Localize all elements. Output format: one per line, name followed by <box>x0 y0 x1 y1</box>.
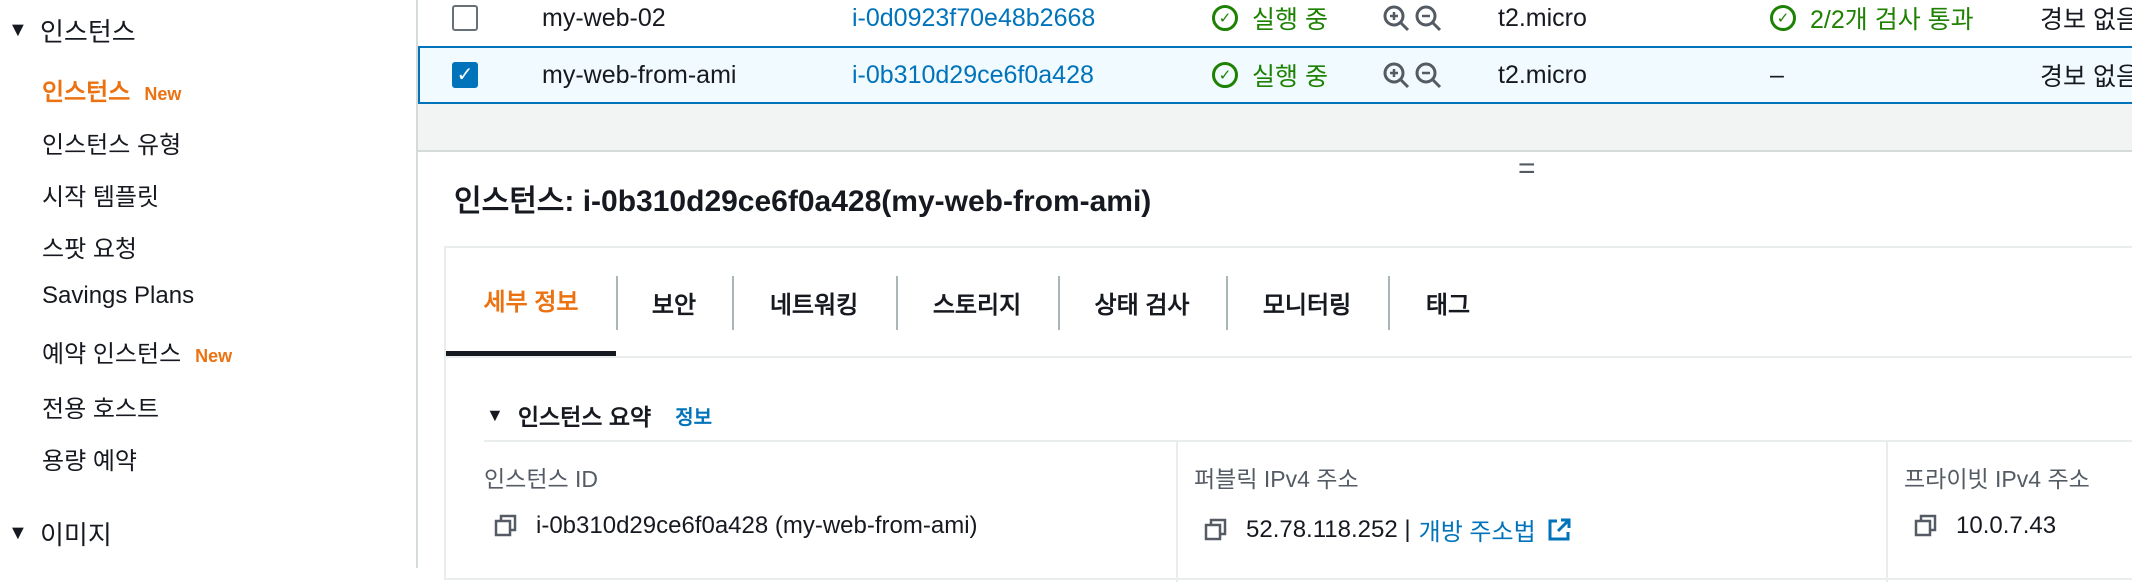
info-link[interactable]: 정보 <box>675 401 712 430</box>
sidebar-section-images[interactable]: ▼ 이미지 <box>8 515 112 552</box>
caret-down-icon: ▼ <box>486 404 504 425</box>
column-divider <box>1886 442 1888 582</box>
instance-type: t2.micro <box>1498 3 1587 32</box>
page-title: 인스턴스: i-0b310d29ce6f0a428(my-web-from-am… <box>454 185 1152 218</box>
instance-id-link[interactable]: i-0d0923f70e48b2668 <box>852 4 1095 33</box>
zoom-in-icon[interactable] <box>1382 61 1410 89</box>
split-panel-divider[interactable] <box>418 104 2132 152</box>
zoom-in-icon[interactable] <box>1382 4 1410 32</box>
row-checkbox[interactable]: ✓ <box>452 62 478 88</box>
public-ip-value: 52.78.118.252 | 개방 주소법 <box>1204 512 1572 547</box>
tab-details[interactable]: 세부 정보 <box>446 248 616 356</box>
tab-networking[interactable]: 네트워킹 <box>732 248 896 356</box>
check-circle-icon: ✓ <box>1212 62 1238 88</box>
tab-bar: 세부 정보 보안 네트워킹 스토리지 상태 검사 모니터링 태그 <box>446 248 2132 358</box>
alarm-status: 경보 없음 <box>2040 63 2132 91</box>
caret-down-icon: ▼ <box>8 522 28 544</box>
sidebar-item-instances[interactable]: 인스턴스 New <box>42 72 181 107</box>
tab-security[interactable]: 보안 <box>616 248 732 356</box>
copy-icon[interactable] <box>1204 518 1228 542</box>
row-checkbox[interactable] <box>452 5 478 31</box>
copy-icon[interactable] <box>494 514 518 538</box>
detail-panel: 세부 정보 보안 네트워킹 스토리지 상태 검사 모니터링 태그 ▼ 인스턴스 … <box>444 246 2132 582</box>
instance-id-link[interactable]: i-0b310d29ce6f0a428 <box>852 61 1094 90</box>
sidebar-section-instances[interactable]: ▼ 인스턴스 <box>8 12 136 49</box>
sidebar-item-reserved-instances[interactable]: 예약 인스턴스 New <box>42 334 232 369</box>
new-badge: New <box>144 84 182 104</box>
table-row-selected[interactable]: ✓ my-web-from-ami i-0b310d29ce6f0a428 ✓ … <box>418 46 2132 104</box>
sidebar: ▼ 인스턴스 인스턴스 New 인스턴스 유형 시작 템플릿 스팟 요청 Sav… <box>0 0 418 568</box>
tab-status-checks[interactable]: 상태 검사 <box>1058 248 1226 356</box>
private-ip-label: 프라이빗 IPv4 주소 <box>1904 466 2090 492</box>
sidebar-item-capacity-reservations[interactable]: 용량 예약 <box>42 441 137 476</box>
sidebar-item-launch-templates[interactable]: 시작 템플릿 <box>42 177 159 212</box>
zoom-controls <box>1382 4 1442 32</box>
instance-id-value: i-0b310d29ce6f0a428 (my-web-from-ami) <box>494 512 978 540</box>
sidebar-item-savings-plans[interactable]: Savings Plans <box>42 282 194 310</box>
alarm-status: 경보 없음 <box>2040 6 2132 34</box>
copy-icon[interactable] <box>1914 514 1938 538</box>
table-row[interactable]: my-web-02 i-0d0923f70e48b2668 ✓ 실행 중 t2.… <box>418 0 2132 46</box>
instance-name: my-web-from-ami <box>542 60 737 89</box>
check-circle-icon: ✓ <box>1212 5 1238 31</box>
open-address-link[interactable]: 개방 주소법 <box>1419 512 1536 547</box>
public-ip-label: 퍼블릭 IPv4 주소 <box>1194 466 1359 492</box>
zoom-controls <box>1382 61 1442 89</box>
instance-state: ✓ 실행 중 <box>1212 57 1328 93</box>
instance-state: ✓ 실행 중 <box>1212 0 1328 36</box>
caret-down-icon: ▼ <box>8 19 28 41</box>
divider <box>484 440 2132 442</box>
tab-storage[interactable]: 스토리지 <box>896 248 1058 356</box>
instance-name: my-web-02 <box>542 3 666 32</box>
zoom-out-icon[interactable] <box>1414 61 1442 89</box>
tab-monitoring[interactable]: 모니터링 <box>1226 248 1388 356</box>
zoom-out-icon[interactable] <box>1414 4 1442 32</box>
status-check: – <box>1770 60 1784 89</box>
status-check: ✓ 2/2개 검사 통과 <box>1770 0 1974 36</box>
column-divider <box>1176 442 1178 582</box>
private-ip-value: 10.0.7.43 <box>1914 512 2056 540</box>
drag-handle-icon[interactable]: = <box>1518 152 1536 186</box>
instance-id-label: 인스턴스 ID <box>484 466 599 492</box>
instance-type: t2.micro <box>1498 60 1587 89</box>
external-link-icon[interactable] <box>1546 517 1572 543</box>
sidebar-item-dedicated-hosts[interactable]: 전용 호스트 <box>42 389 159 424</box>
sidebar-item-instance-types[interactable]: 인스턴스 유형 <box>42 125 181 160</box>
new-badge: New <box>195 346 233 366</box>
instance-summary-header[interactable]: ▼ 인스턴스 요약 정보 <box>486 398 712 432</box>
sidebar-item-spot-requests[interactable]: 스팟 요청 <box>42 229 137 264</box>
check-circle-icon: ✓ <box>1770 5 1796 31</box>
tab-tags[interactable]: 태그 <box>1388 248 1508 356</box>
